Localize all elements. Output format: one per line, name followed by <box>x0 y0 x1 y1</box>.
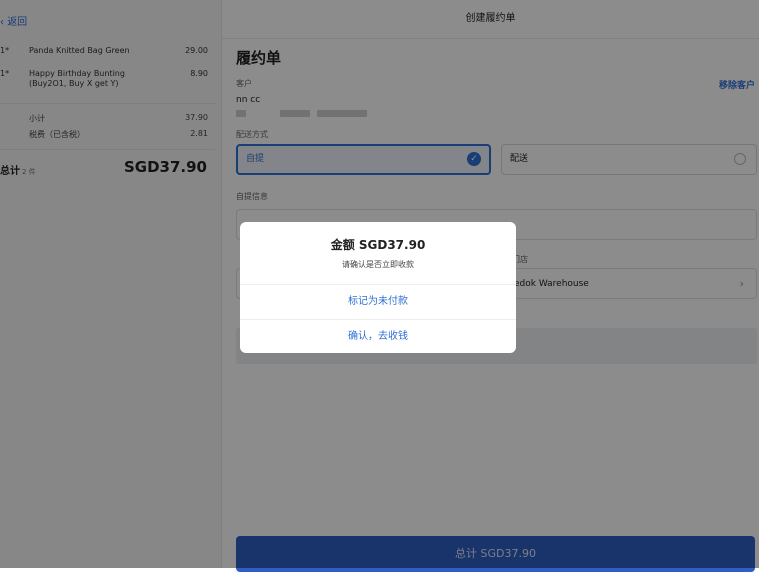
dialog-title: 金额 SGD37.90 <box>330 238 426 252</box>
dialog-subtitle: 请确认是否立即收款 <box>342 260 414 269</box>
mark-unpaid-button[interactable]: 标记为未付款 <box>240 284 516 319</box>
confirm-collect-button[interactable]: 确认，去收钱 <box>240 319 516 353</box>
payment-confirm-dialog: 金额 SGD37.90 请确认是否立即收款 标记为未付款 确认，去收钱 <box>240 222 516 353</box>
